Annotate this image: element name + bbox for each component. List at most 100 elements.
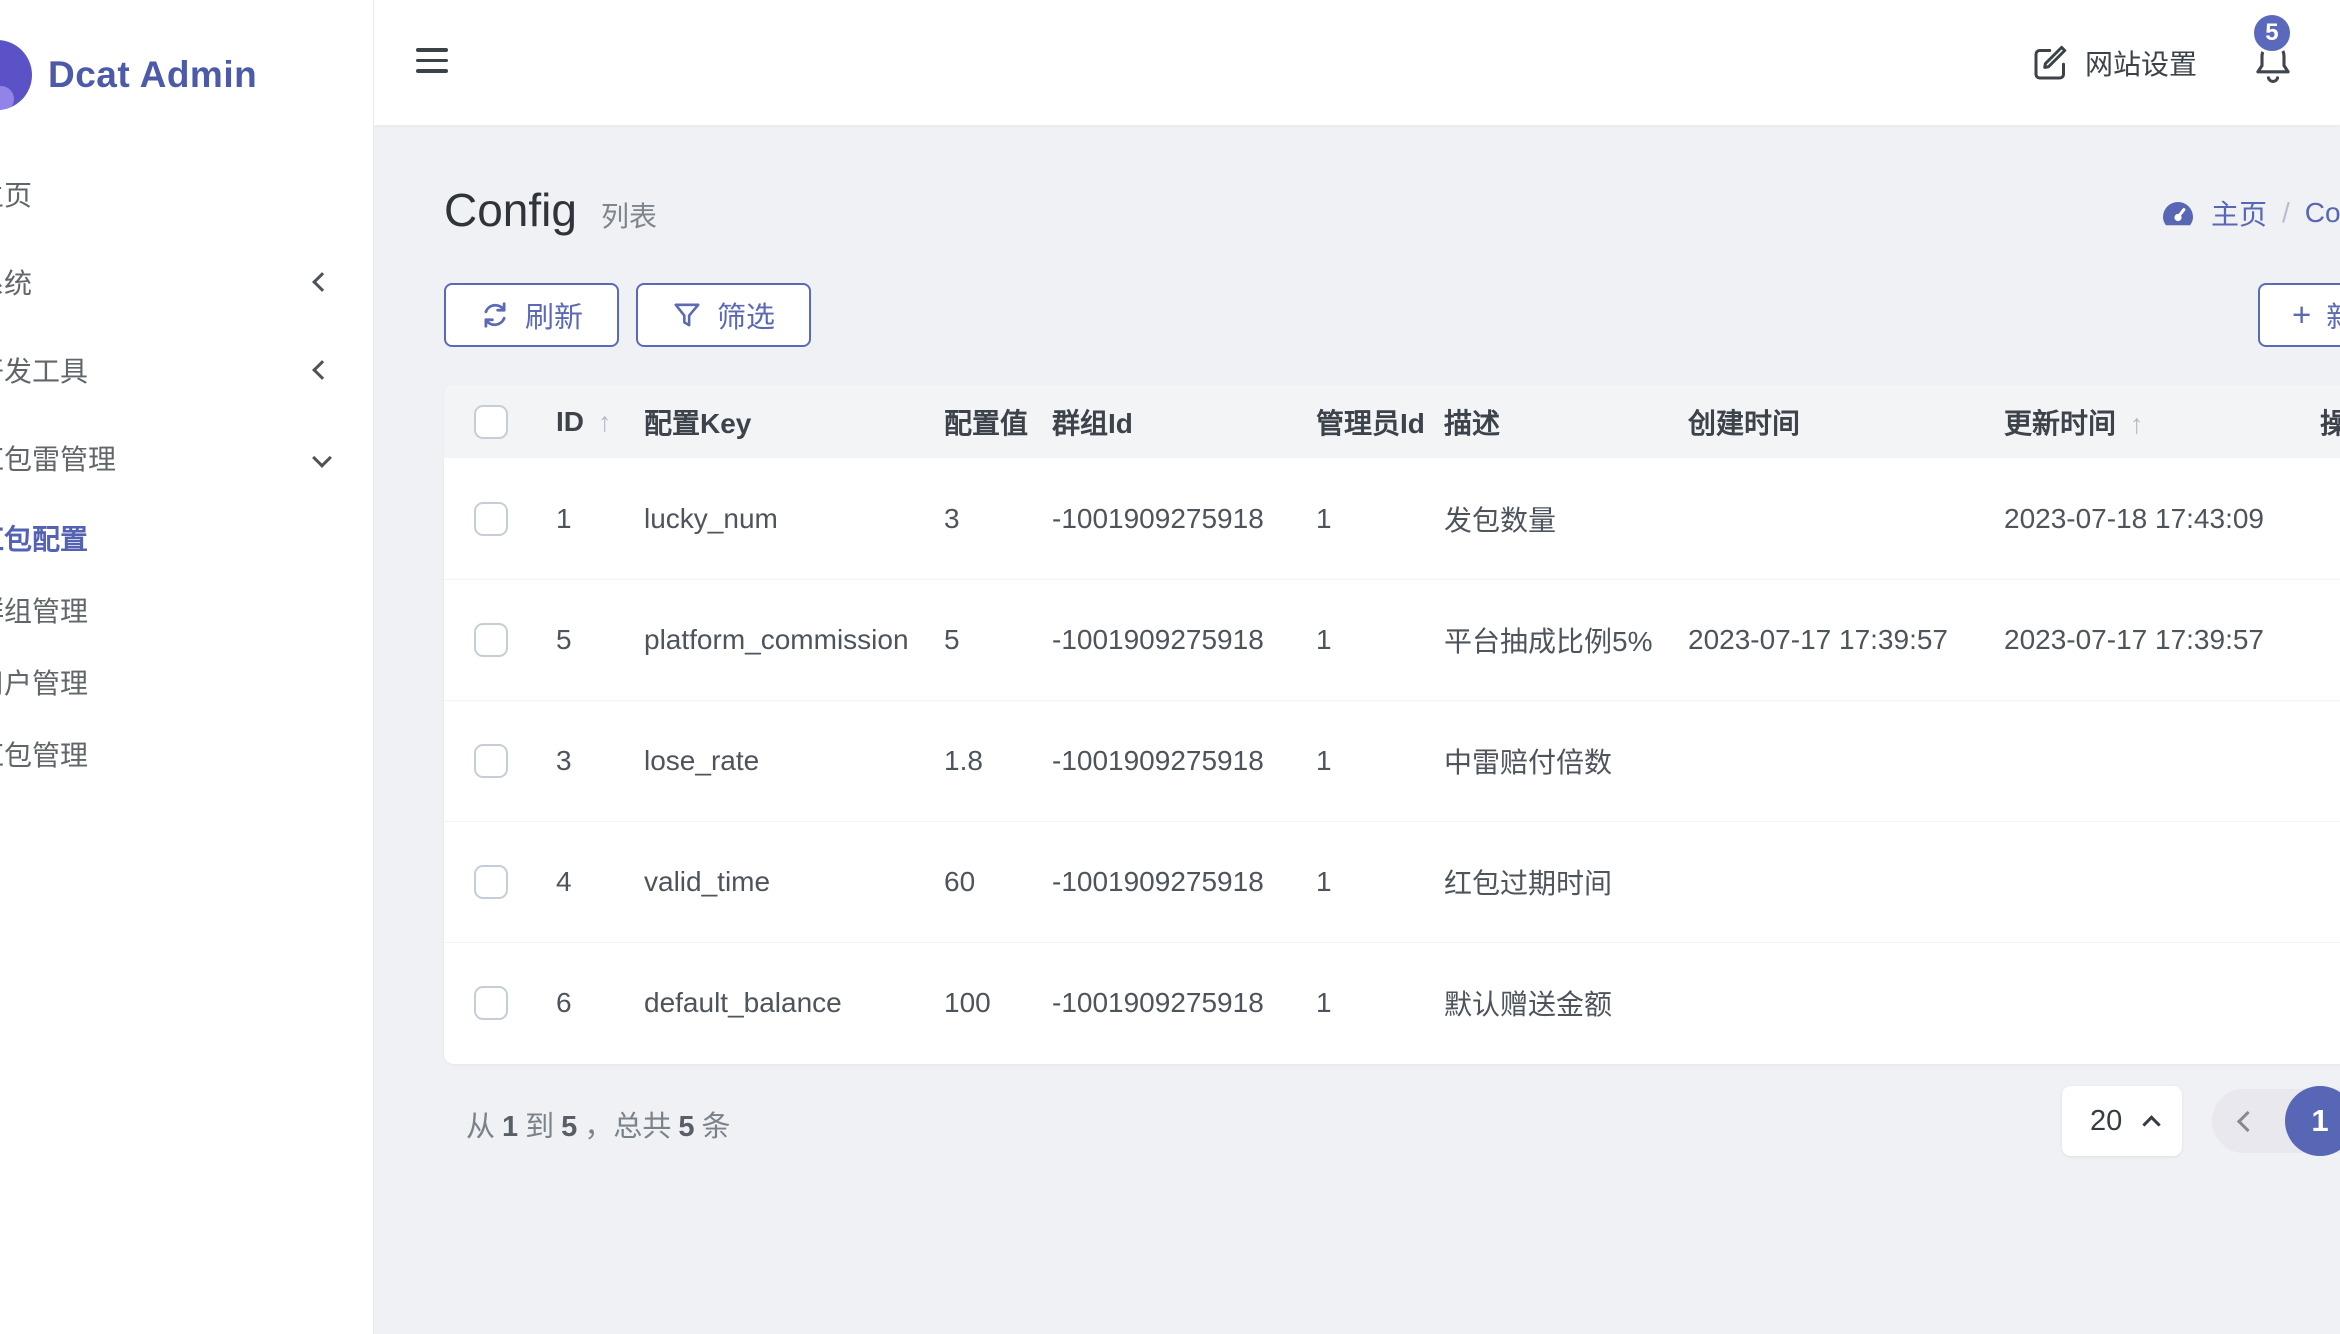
- refresh-button[interactable]: 刷新: [444, 283, 619, 347]
- breadcrumb-home-link[interactable]: 主页: [2211, 193, 2267, 233]
- cell-id: 4: [556, 866, 572, 898]
- cell-admin-id: 1: [1316, 503, 1332, 535]
- table-row: 3 lose_rate 1.8 -1001909275918 1 中雷赔付倍数: [444, 700, 2340, 821]
- cell-desc: 发包数量: [1444, 499, 1556, 539]
- cell-value: 1.8: [944, 745, 983, 777]
- cell-value: 5: [944, 624, 960, 656]
- cell-value: 100: [944, 987, 991, 1019]
- sidebar-menu: 主页 系统 开发工具 红包雷管理 红包配置 群组管理 用户管理 红包管理: [0, 150, 373, 790]
- chevron-left-icon: [312, 360, 332, 380]
- row-checkbox[interactable]: [474, 986, 508, 1020]
- site-settings-button[interactable]: 网站设置: [2031, 43, 2197, 83]
- notification-badge: 5: [2251, 12, 2293, 54]
- plus-icon: +: [2292, 296, 2311, 334]
- sidebar-item-user-management[interactable]: 用户管理: [0, 646, 373, 718]
- cell-key: lucky_num: [644, 503, 778, 535]
- sidebar-item-redpacket-admin[interactable]: 红包雷管理: [0, 414, 373, 502]
- filter-button[interactable]: 筛选: [636, 283, 811, 347]
- cell-key: default_balance: [644, 987, 842, 1019]
- chevron-up-icon: [2142, 1115, 2160, 1133]
- cell-key: platform_commission: [644, 624, 909, 656]
- column-header-id[interactable]: ID: [556, 406, 584, 437]
- row-checkbox[interactable]: [474, 623, 508, 657]
- cell-value: 3: [944, 503, 960, 535]
- column-header-group: 群组Id: [1052, 402, 1133, 442]
- topbar: 网站设置 5 tes 在线: [374, 0, 2340, 125]
- cell-value: 60: [944, 866, 975, 898]
- sidebar-item-home[interactable]: 主页: [0, 150, 373, 238]
- pagination: 1: [2212, 1089, 2340, 1153]
- breadcrumb-current: Config: [2305, 197, 2340, 229]
- brand-name: Dcat Admin: [48, 54, 257, 96]
- sidebar-item-label: 红包管理: [0, 734, 88, 774]
- cell-id: 1: [556, 503, 572, 535]
- cell-admin-id: 1: [1316, 866, 1332, 898]
- data-table: ID ↑ 配置Key 配置值 群组Id 管理员Id 描述 创建时间 更新时间 ↑ 操…: [444, 385, 2340, 1064]
- brand-logo-icon: [0, 40, 32, 110]
- column-header-value: 配置值: [944, 402, 1028, 442]
- cell-admin-id: 1: [1316, 745, 1332, 777]
- cell-desc: 红包过期时间: [1444, 862, 1612, 902]
- sidebar-item-redpacket-config[interactable]: 红包配置: [0, 502, 373, 574]
- column-header-desc: 描述: [1444, 402, 1500, 442]
- create-label: 新增: [2326, 294, 2340, 336]
- filter-label: 筛选: [717, 294, 775, 336]
- current-page-button[interactable]: 1: [2285, 1086, 2340, 1156]
- cell-desc: 默认赠送金额: [1444, 983, 1612, 1023]
- prev-page-button[interactable]: [2237, 1110, 2258, 1131]
- table-row: 4 valid_time 60 -1001909275918 1 红包过期时间: [444, 821, 2340, 942]
- cell-group-id: -1001909275918: [1052, 987, 1264, 1019]
- cell-key: valid_time: [644, 866, 770, 898]
- sidebar-item-redpacket-management[interactable]: 红包管理: [0, 718, 373, 790]
- cell-id: 5: [556, 624, 572, 656]
- cell-group-id: -1001909275918: [1052, 866, 1264, 898]
- chevron-down-icon: [312, 448, 332, 468]
- notifications-button[interactable]: 5: [2251, 38, 2295, 88]
- refresh-icon: [480, 300, 510, 330]
- breadcrumb-separator: /: [2282, 197, 2290, 229]
- sort-asc-icon[interactable]: ↑: [598, 407, 612, 437]
- sidebar-item-group-management[interactable]: 群组管理: [0, 574, 373, 646]
- row-checkbox[interactable]: [474, 865, 508, 899]
- column-header-created: 创建时间: [1688, 402, 1800, 442]
- sidebar-item-label: 用户管理: [0, 662, 88, 702]
- brand-link[interactable]: Dcat Admin: [0, 0, 373, 150]
- cell-group-id: -1001909275918: [1052, 624, 1264, 656]
- cell-admin-id: 1: [1316, 987, 1332, 1019]
- cell-desc: 平台抽成比例5%: [1444, 620, 1652, 660]
- edit-icon: [2031, 43, 2071, 83]
- sidebar-item-label: 红包配置: [0, 518, 88, 558]
- cell-group-id: -1001909275918: [1052, 503, 1264, 535]
- page-title: Config: [444, 183, 577, 237]
- sidebar-item-label: 系统: [0, 262, 32, 302]
- site-settings-label: 网站设置: [2085, 43, 2197, 83]
- main-content: Config 列表 主页 / Config 刷新 筛选 + 新增: [374, 125, 2340, 1334]
- page-size-select[interactable]: 20: [2062, 1086, 2182, 1156]
- table-row: 1 lucky_num 3 -1001909275918 1 发包数量 2023…: [444, 458, 2340, 579]
- filter-icon: [672, 300, 702, 330]
- column-header-updated[interactable]: 更新时间: [2004, 408, 2116, 439]
- cell-updated: 2023-07-18 17:43:09: [2004, 503, 2264, 535]
- sidebar-item-system[interactable]: 系统: [0, 238, 373, 326]
- refresh-label: 刷新: [525, 294, 583, 336]
- chevron-left-icon: [312, 272, 332, 292]
- table-header-row: ID ↑ 配置Key 配置值 群组Id 管理员Id 描述 创建时间 更新时间 ↑ 操…: [444, 385, 2340, 458]
- cell-updated: 2023-07-17 17:39:57: [2004, 624, 2264, 656]
- create-button[interactable]: + 新增: [2258, 283, 2340, 347]
- cell-desc: 中雷赔付倍数: [1444, 741, 1612, 781]
- cell-group-id: -1001909275918: [1052, 745, 1264, 777]
- sort-asc-icon[interactable]: ↑: [2130, 409, 2144, 439]
- menu-toggle-icon[interactable]: [416, 48, 448, 73]
- column-header-action: 操作: [2320, 402, 2340, 442]
- row-checkbox[interactable]: [474, 502, 508, 536]
- sidebar-item-dev-tools[interactable]: 开发工具: [0, 326, 373, 414]
- sidebar-item-label: 群组管理: [0, 590, 88, 630]
- page-size-value: 20: [2090, 1105, 2122, 1138]
- table-row: 5 platform_commission 5 -1001909275918 1…: [444, 579, 2340, 700]
- column-header-admin: 管理员Id: [1316, 402, 1425, 442]
- cell-admin-id: 1: [1316, 624, 1332, 656]
- row-checkbox[interactable]: [474, 744, 508, 778]
- column-header-key: 配置Key: [644, 402, 751, 442]
- page-subtitle: 列表: [601, 195, 657, 235]
- select-all-checkbox[interactable]: [474, 405, 508, 439]
